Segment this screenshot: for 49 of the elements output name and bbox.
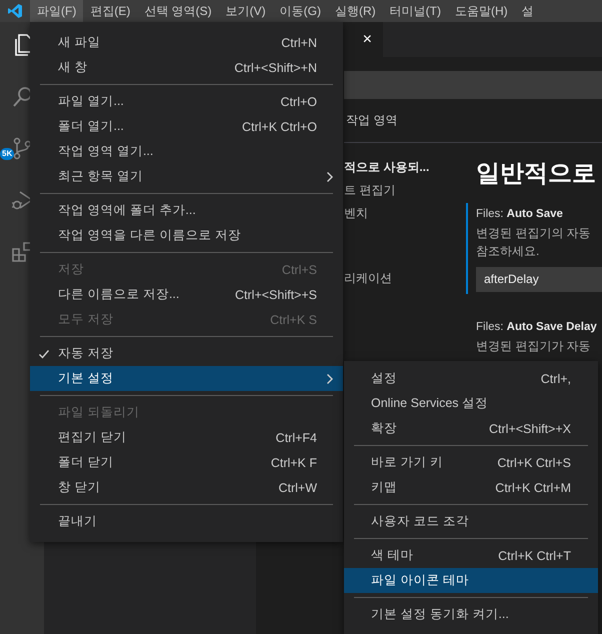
- section-heading: 일반적으로: [475, 159, 597, 189]
- app-logo-icon: [7, 3, 23, 19]
- menu-item[interactable]: 편집기 닫기 Ctrl+F4: [30, 425, 343, 450]
- menu-item[interactable]: 설정 Ctrl+,: [344, 366, 598, 391]
- count-badge: 5K: [0, 148, 14, 160]
- menu-item[interactable]: 창 닫기 Ctrl+W: [30, 475, 343, 500]
- toc-item[interactable]: 트 편집기: [344, 179, 466, 202]
- menu-bar-item[interactable]: 터미널(T): [382, 0, 448, 22]
- setting-title: Files: Auto Save: [476, 207, 564, 222]
- menu-item[interactable]: 폴더 열기... Ctrl+K Ctrl+O: [30, 114, 343, 139]
- menu-item[interactable]: 최근 항목 열기: [30, 164, 343, 189]
- menu-item[interactable]: 확장 Ctrl+<Shift>+X: [344, 416, 598, 441]
- menu-item[interactable]: 기본 설정 동기화 켜기...: [344, 602, 598, 627]
- search-field[interactable]: [344, 71, 602, 99]
- menu-bar-item[interactable]: 이동(G): [272, 0, 328, 22]
- close-button[interactable]: ×: [360, 32, 375, 48]
- setting-description: 참조하세요.: [476, 243, 540, 260]
- menu-item[interactable]: 자동 저장: [30, 341, 343, 366]
- menu-bar-item[interactable]: 도움말(H): [448, 0, 515, 22]
- menu-item[interactable]: 작업 영역을 다른 이름으로 저장: [30, 223, 343, 248]
- menu-bar-item[interactable]: 설: [514, 0, 541, 22]
- settings-tab[interactable]: 작업 영역: [346, 112, 398, 129]
- menu-item[interactable]: 기본 설정: [30, 366, 343, 391]
- menu-bar-item[interactable]: 편집(E): [83, 0, 138, 22]
- menu-item[interactable]: 작업 영역에 폴더 추가...: [30, 198, 343, 223]
- toc-item[interactable]: 리케이션: [344, 267, 466, 290]
- toc-item[interactable]: 벤치: [344, 202, 466, 225]
- menu-item[interactable]: 사용자 코드 조각: [344, 509, 598, 534]
- setting-title: Files: Auto Save Delay: [476, 320, 598, 335]
- setting-description: 변경된 편집기의 자동: [476, 225, 592, 242]
- menu-item[interactable]: 새 파일 Ctrl+N: [30, 30, 343, 55]
- menu-item[interactable]: 다른 이름으로 저장... Ctrl+<Shift>+S: [30, 282, 343, 307]
- menu-bar-item[interactable]: 보기(V): [218, 0, 273, 22]
- menu-item[interactable]: 폴더 닫기 Ctrl+K F: [30, 450, 343, 475]
- menu-item[interactable]: 작업 영역 열기...: [30, 139, 343, 164]
- menu-bar-item[interactable]: 선택 영역(S): [137, 0, 219, 22]
- setting-description: 변경된 편집기가 자동: [476, 338, 592, 355]
- menu-item[interactable]: 키맵 Ctrl+K Ctrl+M: [344, 475, 598, 500]
- menu-bar-item[interactable]: 실행(R): [328, 0, 383, 22]
- menu-item[interactable]: 끝내기: [30, 509, 343, 534]
- menu-item[interactable]: 파일 아이콘 테마: [344, 568, 598, 593]
- toc-item[interactable]: 적으로 사용되...: [344, 156, 466, 179]
- menu-item[interactable]: 새 창 Ctrl+<Shift>+N: [30, 55, 343, 80]
- menu-item[interactable]: 바로 가기 키 Ctrl+K Ctrl+S: [344, 450, 598, 475]
- menu-item[interactable]: 파일 열기... Ctrl+O: [30, 89, 343, 114]
- menu-item[interactable]: Online Services 설정: [344, 391, 598, 416]
- dropdown[interactable]: afterDelay: [476, 267, 602, 292]
- menu-item[interactable]: 색 테마 Ctrl+K Ctrl+T: [344, 543, 598, 568]
- menu-bar-item[interactable]: 파일(F): [30, 0, 84, 22]
